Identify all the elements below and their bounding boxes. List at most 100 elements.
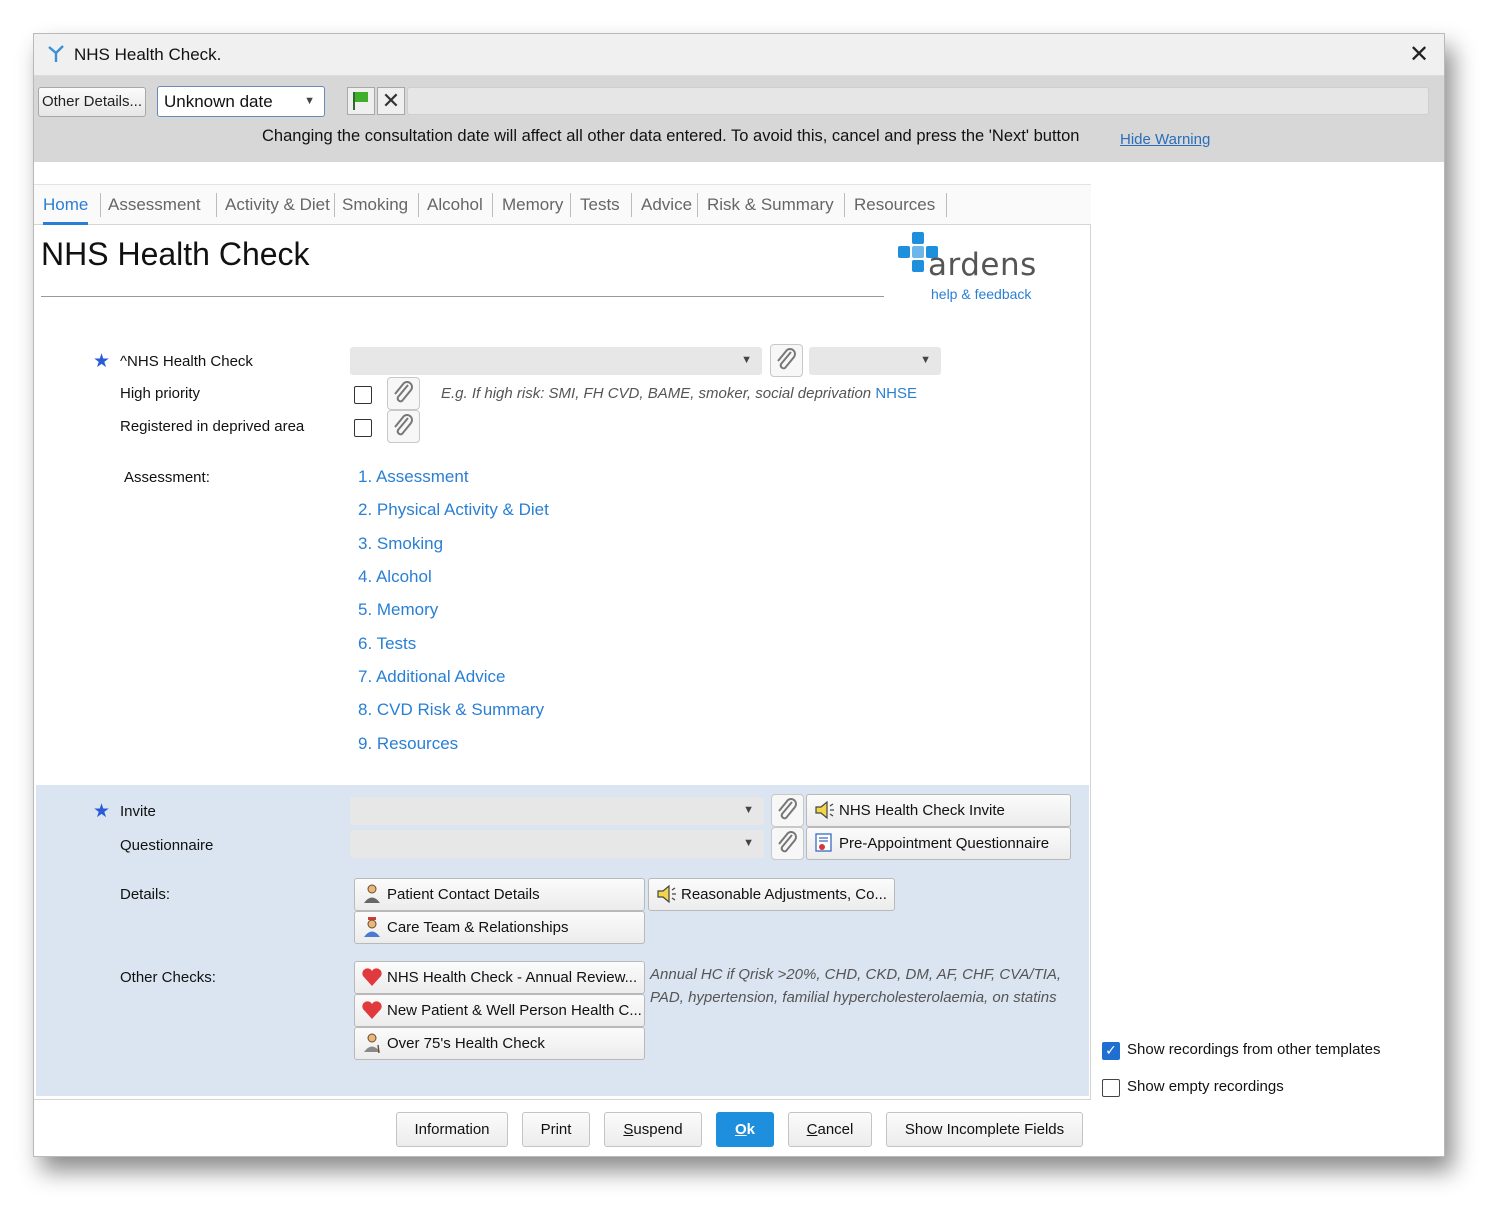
- care-team-relationships-button[interactable]: Care Team & Relationships: [354, 911, 645, 944]
- additional-advice-link[interactable]: 7. Additional Advice: [358, 667, 505, 687]
- tab-advice[interactable]: Advice: [641, 185, 692, 225]
- tab-divider: [100, 193, 101, 217]
- reasonable-adjustments-label: Reasonable Adjustments, Co...: [681, 886, 887, 903]
- show-empty-label: Show empty recordings: [1127, 1078, 1284, 1095]
- nhs-health-check-value-select[interactable]: ▼: [809, 347, 941, 375]
- nhs-health-check-select[interactable]: ▼: [350, 347, 762, 375]
- tab-tests[interactable]: Tests: [580, 185, 620, 225]
- show-incomplete-fields-button[interactable]: Show Incomplete Fields: [886, 1112, 1083, 1147]
- new-patient-label: New Patient & Well Person Health C...: [387, 1002, 642, 1019]
- pre-appointment-questionnaire-button[interactable]: Pre-Appointment Questionnaire: [806, 827, 1071, 860]
- tab-alcohol[interactable]: Alcohol: [427, 185, 483, 225]
- alcohol-link[interactable]: 4. Alcohol: [358, 567, 432, 587]
- megaphone-icon: [815, 800, 834, 820]
- show-other-templates-label: Show recordings from other templates: [1127, 1041, 1381, 1058]
- information-button[interactable]: Information: [396, 1112, 508, 1147]
- new-patient-health-check-button[interactable]: New Patient & Well Person Health C...: [354, 994, 645, 1027]
- clear-date-button[interactable]: ✕: [377, 87, 405, 115]
- print-button[interactable]: Print: [522, 1112, 590, 1147]
- high-priority-hint: E.g. If high risk: SMI, FH CVD, BAME, sm…: [441, 385, 917, 402]
- over-75-health-check-button[interactable]: Over 75's Health Check: [354, 1027, 645, 1060]
- close-icon: ✕: [381, 88, 401, 113]
- annual-review-button[interactable]: NHS Health Check - Annual Review...: [354, 961, 645, 994]
- consultation-date-select[interactable]: Unknown date ▼: [157, 86, 325, 117]
- invite-label: Invite: [120, 803, 156, 820]
- tab-home[interactable]: Home: [43, 185, 89, 225]
- close-icon[interactable]: ✕: [1406, 40, 1432, 69]
- show-other-templates-checkbox[interactable]: ✓: [1102, 1042, 1120, 1060]
- deprived-area-notes-button[interactable]: [387, 410, 420, 443]
- date-warning-text: Changing the consultation date will affe…: [262, 127, 1080, 145]
- help-feedback-link[interactable]: help & feedback: [931, 286, 1031, 302]
- tab-resources[interactable]: Resources: [854, 185, 935, 225]
- suspend-mnemonic: S: [623, 1121, 634, 1138]
- date-toolbar: Other Details... Unknown date ▼ ✕ Changi…: [34, 76, 1444, 162]
- tab-divider: [697, 193, 698, 217]
- ok-button[interactable]: Ok: [716, 1112, 774, 1147]
- tests-link[interactable]: 6. Tests: [358, 634, 416, 654]
- paperclip-icon: [778, 798, 797, 820]
- ok-label: k: [746, 1121, 755, 1138]
- over-75-label: Over 75's Health Check: [387, 1035, 545, 1052]
- tab-activity-diet[interactable]: Activity & Diet: [225, 185, 330, 225]
- tab-divider: [844, 193, 845, 217]
- flag-button[interactable]: [347, 87, 375, 115]
- nhse-link[interactable]: NHSE: [875, 385, 917, 402]
- tab-smoking[interactable]: Smoking: [342, 185, 408, 225]
- tab-memory[interactable]: Memory: [502, 185, 563, 225]
- tab-divider: [418, 193, 419, 217]
- chevron-down-icon: ▼: [741, 354, 752, 366]
- questionnaire-notes-button[interactable]: [771, 827, 804, 860]
- high-priority-checkbox[interactable]: [354, 386, 372, 404]
- hide-warning-link[interactable]: Hide Warning: [1120, 131, 1210, 148]
- clinician-icon: [364, 917, 380, 937]
- resources-link[interactable]: 9. Resources: [358, 734, 458, 754]
- assessment-link[interactable]: 1. Assessment: [358, 467, 469, 487]
- invite-select[interactable]: ▼: [350, 797, 764, 825]
- cancel-mnemonic: C: [806, 1121, 818, 1138]
- certificate-icon: [815, 833, 832, 852]
- smoking-link[interactable]: 3. Smoking: [358, 534, 443, 554]
- chevron-down-icon: ▼: [743, 804, 754, 816]
- high-priority-hint-text: E.g. If high risk: SMI, FH CVD, BAME, sm…: [441, 385, 872, 402]
- required-star-icon: ★: [93, 351, 111, 372]
- chevron-down-icon: ▼: [304, 95, 315, 107]
- tab-divider: [334, 193, 335, 217]
- tab-divider: [631, 193, 632, 217]
- physical-activity-diet-link[interactable]: 2. Physical Activity & Diet: [358, 500, 549, 520]
- deprived-area-label: Registered in deprived area: [120, 418, 305, 435]
- patient-contact-details-label: Patient Contact Details: [387, 886, 540, 903]
- high-priority-notes-button[interactable]: [387, 377, 420, 410]
- show-empty-checkbox[interactable]: [1102, 1079, 1120, 1097]
- invite-section: ★ Invite ▼ NHS Health Check Invite Quest…: [36, 785, 1089, 1096]
- cancel-button[interactable]: Cancel: [788, 1112, 872, 1147]
- suspend-button[interactable]: Suspend: [604, 1112, 702, 1147]
- patient-contact-details-button[interactable]: Patient Contact Details: [354, 878, 645, 911]
- deprived-area-checkbox[interactable]: [354, 419, 372, 437]
- questionnaire-select[interactable]: ▼: [350, 830, 764, 858]
- details-label: Details:: [120, 886, 171, 903]
- memory-link[interactable]: 5. Memory: [358, 600, 438, 620]
- invite-notes-button[interactable]: [771, 794, 804, 827]
- tab-divider: [216, 193, 217, 217]
- other-checks-label: Other Checks:: [120, 969, 216, 986]
- cvd-risk-summary-link[interactable]: 8. CVD Risk & Summary: [358, 700, 544, 720]
- person-icon: [364, 884, 380, 903]
- reasonable-adjustments-button[interactable]: Reasonable Adjustments, Co...: [648, 878, 895, 911]
- assessment-section-label: Assessment:: [124, 469, 210, 486]
- tab-bar: Home Assessment Activity & Diet Smoking …: [34, 184, 1091, 225]
- required-star-icon: ★: [93, 801, 111, 822]
- tab-assessment[interactable]: Assessment: [108, 185, 201, 225]
- ardens-logo-text: ardens: [928, 247, 1037, 283]
- window-title: NHS Health Check.: [74, 45, 222, 64]
- ok-mnemonic: O: [734, 1121, 747, 1138]
- notes-button[interactable]: [770, 344, 803, 377]
- paperclip-icon: [778, 831, 797, 853]
- app-logo-icon: [48, 45, 64, 62]
- other-details-button[interactable]: Other Details...: [38, 87, 146, 117]
- cancel-label: ancel: [817, 1121, 854, 1138]
- heart-icon: [362, 968, 382, 986]
- nhs-health-check-invite-button[interactable]: NHS Health Check Invite: [806, 794, 1071, 827]
- tab-risk-summary[interactable]: Risk & Summary: [707, 185, 834, 225]
- elderly-person-icon: [364, 1033, 380, 1054]
